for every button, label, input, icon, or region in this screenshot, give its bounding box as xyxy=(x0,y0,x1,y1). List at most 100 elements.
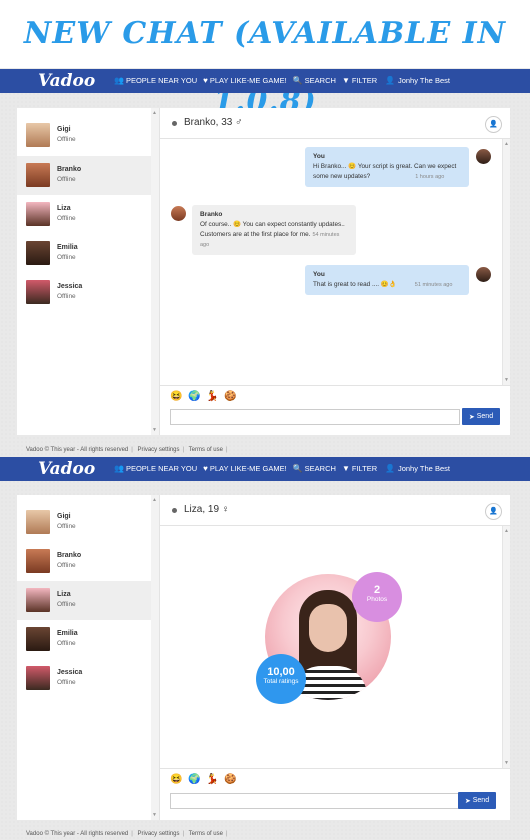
nav-play-like-me[interactable]: ♥ PLAY LIKE-ME GAME! xyxy=(203,76,287,85)
contact-status: Offline xyxy=(57,215,76,222)
profile-icon[interactable]: 👤 xyxy=(485,503,502,520)
brand-logo[interactable]: Vadoo xyxy=(38,71,95,91)
message-input[interactable] xyxy=(170,409,460,425)
privacy-link[interactable]: Privacy settings xyxy=(137,447,179,453)
contact-name: Emilia xyxy=(57,244,78,251)
nav-user-menu[interactable]: 👤 Jonhy The Best xyxy=(385,464,450,473)
message-text: You can expect constantly updates.. xyxy=(242,221,345,228)
contact-branko[interactable]: Branko Offline xyxy=(17,156,151,195)
nav-user-menu[interactable]: 👤 Jonhy The Best xyxy=(385,76,450,85)
scroll-up-icon[interactable]: ▲ xyxy=(504,528,509,534)
contact-gigi[interactable]: Gigi Offline xyxy=(17,116,151,155)
avatar xyxy=(476,267,491,282)
message-time: 51 minutes ago xyxy=(414,282,453,288)
message-author: You xyxy=(313,271,325,278)
message-list: You Hi Branko... 😊 Your script is great.… xyxy=(160,139,510,385)
globe-emoji-icon[interactable]: 🌍 xyxy=(188,773,201,786)
online-status-dot xyxy=(172,508,177,513)
scroll-down-icon[interactable]: ▼ xyxy=(504,760,509,766)
smile-emoji-icon: 😊 xyxy=(233,221,241,228)
scroll-up-icon[interactable]: ▲ xyxy=(504,141,509,147)
nav-people-near-you[interactable]: 👥 PEOPLE NEAR YOU xyxy=(114,76,197,85)
terms-link[interactable]: Terms of use xyxy=(189,447,223,453)
cookie-emoji-icon[interactable]: 🍪 xyxy=(224,390,237,403)
users-icon: 👥 xyxy=(114,76,124,85)
composer xyxy=(160,768,510,769)
nav-filter[interactable]: ▼ FILTER xyxy=(342,464,377,473)
chat-header: Liza, 19 ♀ 👤 xyxy=(160,495,510,526)
filter-icon: ▼ xyxy=(341,464,350,473)
nav-search[interactable]: 🔍 SEARCH xyxy=(293,76,336,85)
avatar xyxy=(26,123,50,147)
top-navbar: Vadoo 👥 PEOPLE NEAR YOU ♥ PLAY LIKE-ME GAM… xyxy=(0,69,530,93)
photos-count: 2 xyxy=(373,584,381,596)
ratings-label: Total ratings xyxy=(263,678,299,685)
footer-copyright: Vadoo © This year - All rights reserved xyxy=(26,447,129,453)
message-text: Customers are at the first place for me. xyxy=(200,231,311,238)
nav-filter[interactable]: ▼ FILTER xyxy=(342,76,377,85)
footer: Vadoo © This year - All rights reserved |… xyxy=(26,447,228,453)
contact-name: Gigi xyxy=(57,513,71,520)
chat-title: Branko, 33 ♂ xyxy=(184,117,243,128)
paper-plane-icon: ➤ xyxy=(464,797,471,805)
messages-scrollbar[interactable]: ▲ ▼ xyxy=(502,526,510,768)
banner-title: NEW CHAT (AVAILABLE IN 1.0.8) xyxy=(0,0,530,119)
contact-liza[interactable]: Liza Offline xyxy=(17,195,151,234)
contact-status: Offline xyxy=(57,523,76,530)
globe-emoji-icon[interactable]: 🌍 xyxy=(188,390,201,403)
dancer-emoji-icon[interactable]: 💃 xyxy=(206,390,219,403)
chat-title: Liza, 19 ♀ xyxy=(184,504,230,515)
message-input[interactable] xyxy=(170,793,460,809)
contact-status: Offline xyxy=(57,562,76,569)
send-button[interactable]: ➤ Send xyxy=(462,408,500,425)
avatar xyxy=(26,241,50,265)
message-bubble: Branko Of course.. 😊 You can expect cons… xyxy=(192,205,356,255)
contact-emilia[interactable]: Emilia Offline xyxy=(17,234,151,273)
users-icon: 👥 xyxy=(114,464,124,473)
profile-icon[interactable]: 👤 xyxy=(485,116,502,133)
contact-status: Offline xyxy=(57,640,76,647)
contact-jessica[interactable]: Jessica Offline xyxy=(17,659,151,698)
brand-logo[interactable]: Vadoo xyxy=(38,459,95,479)
sidebar-scrollbar[interactable]: ▲ ▼ xyxy=(151,495,160,820)
terms-link[interactable]: Terms of use xyxy=(189,831,223,837)
laugh-emoji-icon[interactable]: 😆 xyxy=(170,773,183,786)
contact-emilia[interactable]: Emilia Offline xyxy=(17,620,151,659)
laugh-emoji-icon[interactable]: 😆 xyxy=(170,390,183,403)
photos-count-badge[interactable]: 2 Photos xyxy=(352,572,402,622)
contact-branko[interactable]: Branko Offline xyxy=(17,542,151,581)
message-author: Branko xyxy=(200,211,223,218)
nav-search[interactable]: 🔍 SEARCH xyxy=(293,464,336,473)
scroll-down-icon[interactable]: ▼ xyxy=(152,427,157,433)
scroll-up-icon[interactable]: ▲ xyxy=(152,497,157,503)
cookie-emoji-icon[interactable]: 🍪 xyxy=(224,773,237,786)
heart-icon: ♥ xyxy=(203,464,208,473)
scroll-up-icon[interactable]: ▲ xyxy=(152,110,157,116)
contact-status: Offline xyxy=(57,136,76,143)
user-icon: 👤 xyxy=(385,464,395,473)
chat-panel: Gigi Offline Branko Offline Liza Offline… xyxy=(17,108,510,435)
filter-icon: ▼ xyxy=(341,76,350,85)
messages-scrollbar[interactable]: ▲ ▼ xyxy=(502,139,510,385)
nav-play-like-me[interactable]: ♥ PLAY LIKE-ME GAME! xyxy=(203,464,287,473)
scroll-down-icon[interactable]: ▼ xyxy=(152,812,157,818)
send-button[interactable]: ➤ Send xyxy=(458,792,496,809)
privacy-link[interactable]: Privacy settings xyxy=(137,831,179,837)
contact-gigi[interactable]: Gigi Offline xyxy=(17,503,151,542)
smile-emoji-icon: 😊 xyxy=(348,163,357,170)
scroll-down-icon[interactable]: ▼ xyxy=(504,377,509,383)
avatar xyxy=(171,206,186,221)
profile-overview: 2 Photos 10,00 Total ratings xyxy=(160,526,510,768)
contact-liza[interactable]: Liza Offline xyxy=(17,581,151,620)
ratings-count-badge[interactable]: 10,00 Total ratings xyxy=(256,654,306,704)
dancer-emoji-icon[interactable]: 💃 xyxy=(206,773,219,786)
composer xyxy=(160,385,510,386)
heart-icon: ♥ xyxy=(203,76,208,85)
sidebar-scrollbar[interactable]: ▲ ▼ xyxy=(151,108,160,435)
message-time: 1 hours ago xyxy=(415,174,445,180)
contact-name: Branko xyxy=(57,552,82,559)
contact-name: Liza xyxy=(57,591,71,598)
nav-people-near-you[interactable]: 👥 PEOPLE NEAR YOU xyxy=(114,464,197,473)
message-author: You xyxy=(313,153,325,160)
contact-jessica[interactable]: Jessica Offline xyxy=(17,273,151,312)
